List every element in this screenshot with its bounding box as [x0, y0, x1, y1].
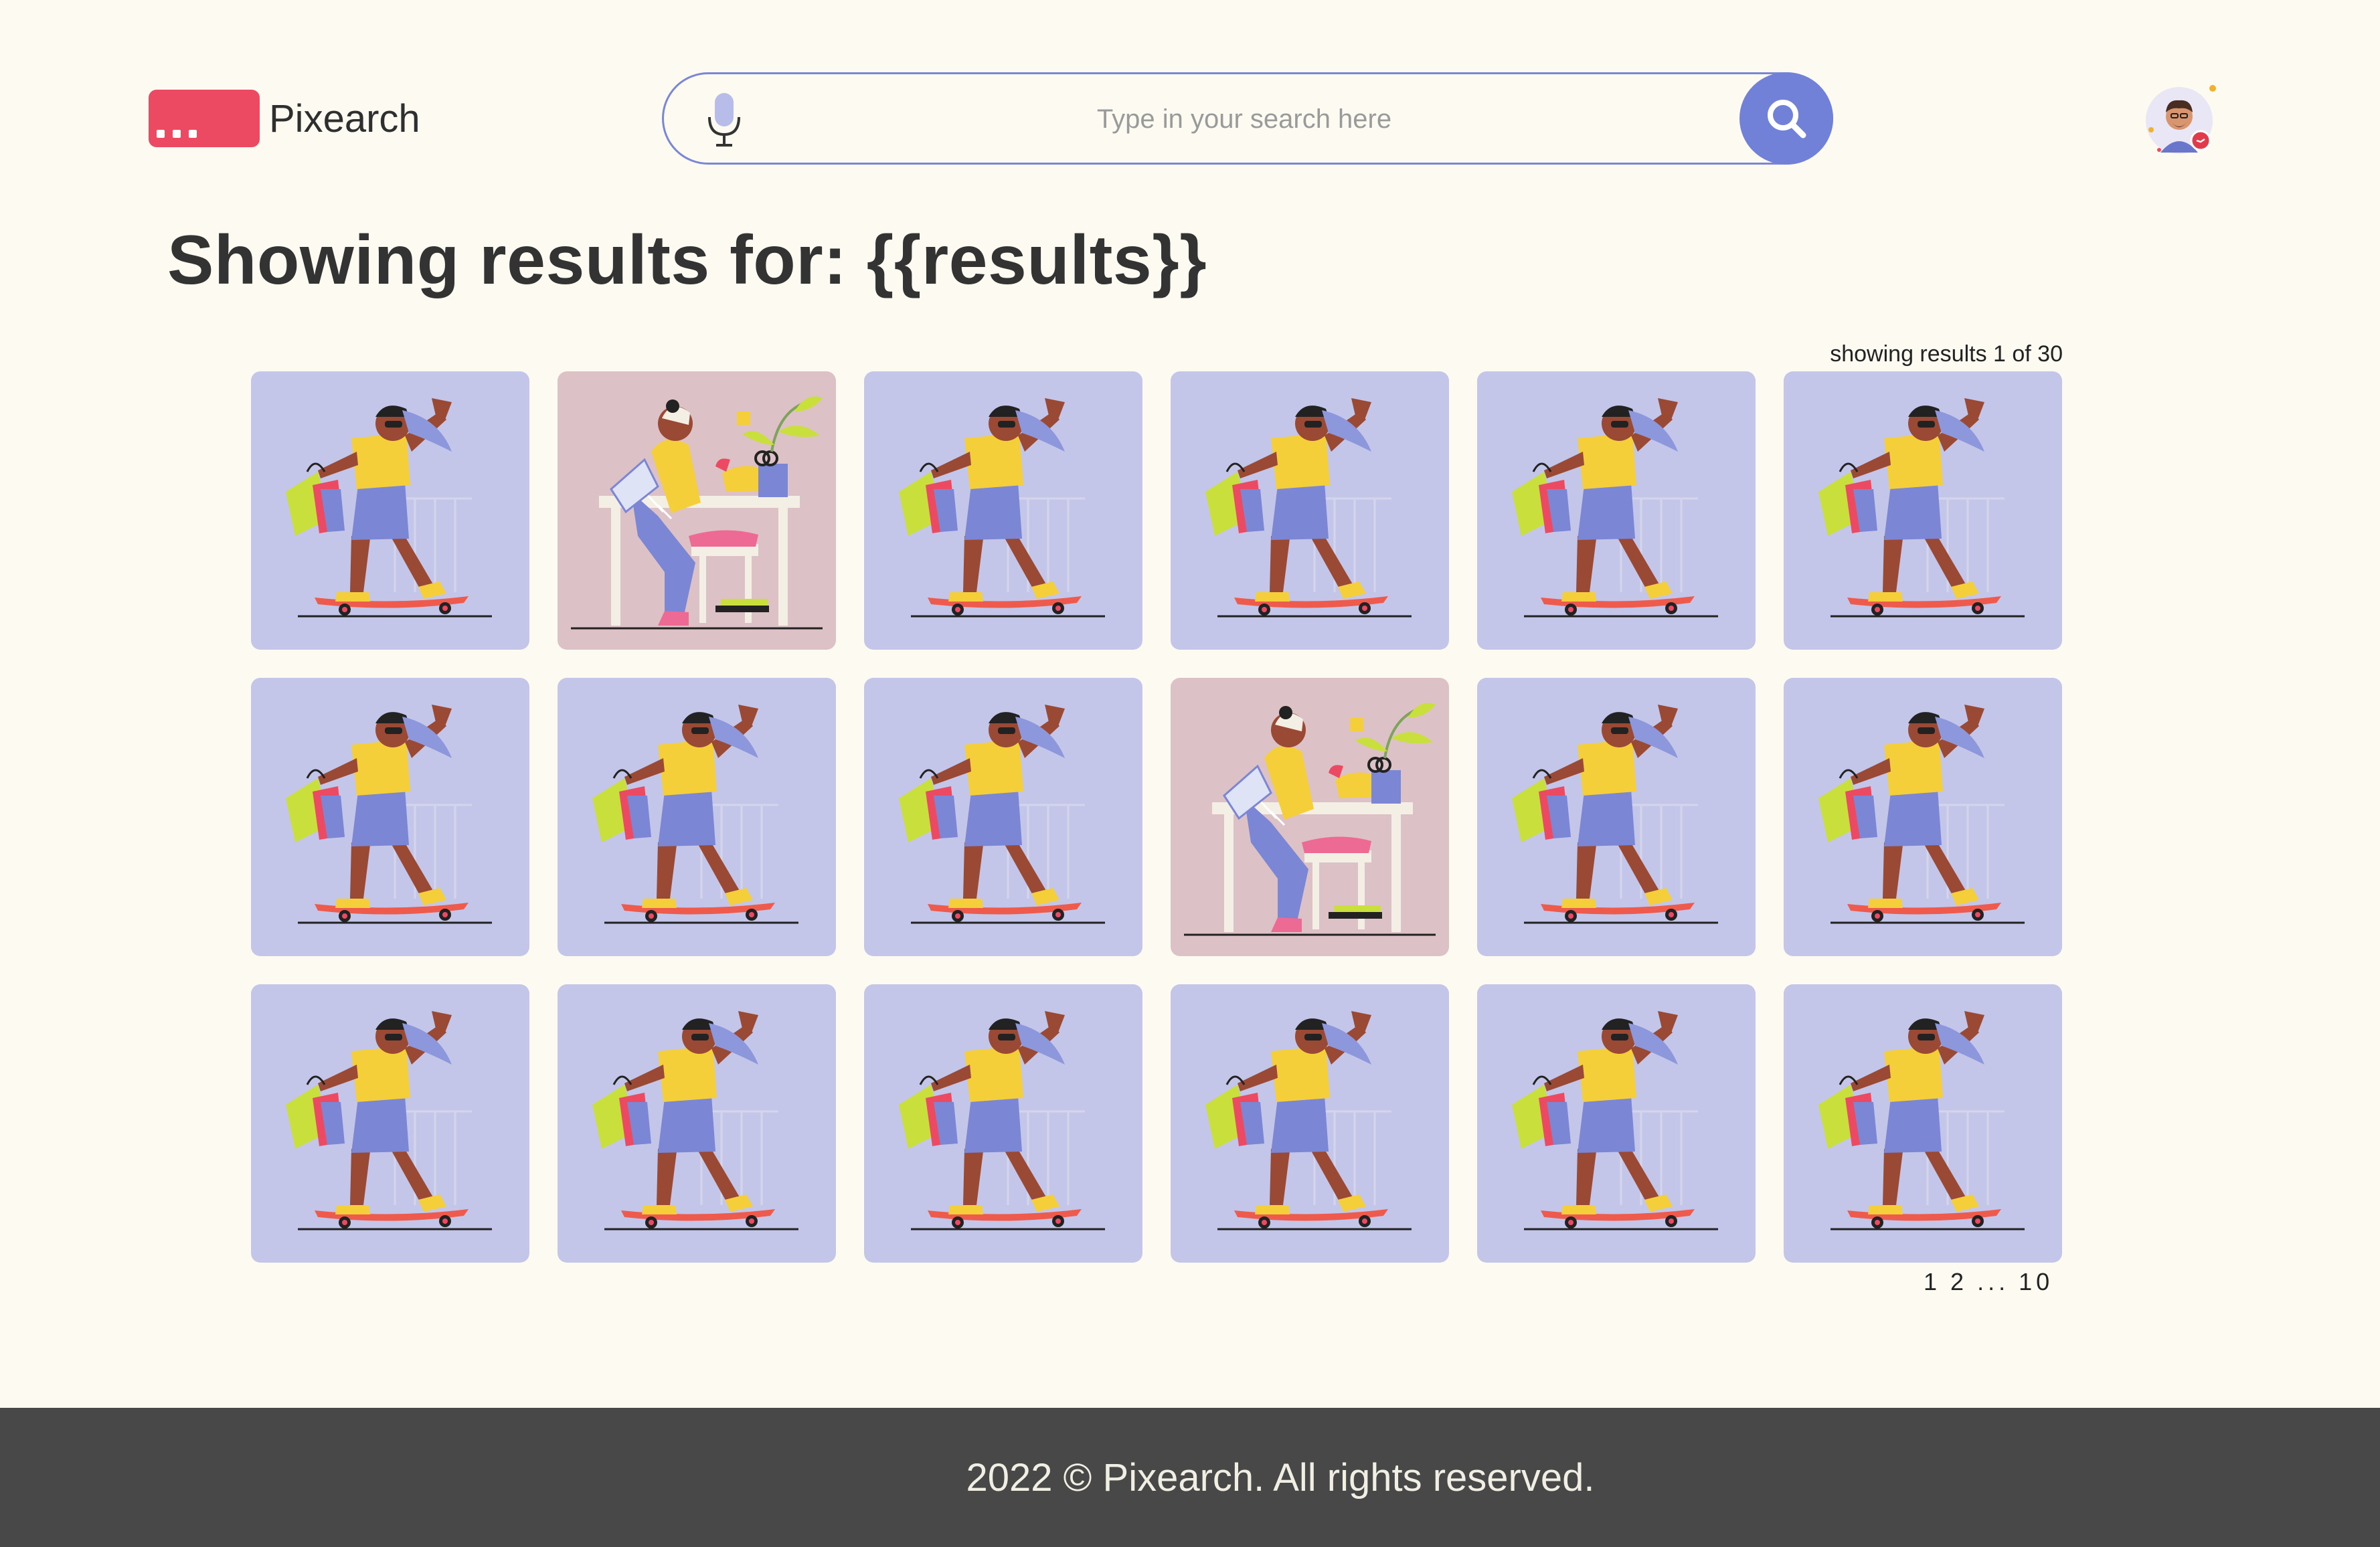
skateboarder-shopping-illustration	[864, 984, 1142, 1263]
result-image-tile[interactable]	[558, 984, 836, 1263]
skateboarder-shopping-illustration	[1477, 371, 1756, 650]
result-image-tile[interactable]	[864, 371, 1142, 650]
result-image-tile[interactable]	[251, 678, 529, 956]
search-bar	[662, 72, 1833, 165]
result-image-tile[interactable]	[251, 371, 529, 650]
pagination-ellipsis: ...	[1977, 1268, 2010, 1295]
skateboarder-shopping-illustration	[558, 678, 836, 956]
results-count: showing results 1 of 30	[1830, 341, 2063, 367]
result-image-tile[interactable]	[864, 678, 1142, 956]
woman-laptop-desk-illustration	[558, 371, 836, 650]
result-image-tile[interactable]	[558, 678, 836, 956]
search-input[interactable]	[771, 74, 1717, 164]
skateboarder-shopping-illustration	[558, 984, 836, 1263]
result-image-tile[interactable]	[1171, 678, 1449, 956]
result-image-tile[interactable]	[251, 984, 529, 1263]
search-button[interactable]	[1739, 72, 1833, 165]
result-image-tile[interactable]	[1477, 371, 1756, 650]
result-image-tile[interactable]	[1171, 371, 1449, 650]
result-image-tile[interactable]	[558, 371, 836, 650]
brand-name: Pixearch	[269, 96, 420, 141]
result-image-tile[interactable]	[864, 984, 1142, 1263]
result-image-tile[interactable]	[1784, 984, 2062, 1263]
pagination: 1 2... 10	[1914, 1268, 2049, 1296]
footer: 2022 © Pixearch. All rights reserved.	[0, 1408, 2380, 1547]
results-grid	[251, 371, 2062, 1263]
skateboarder-shopping-illustration	[1171, 984, 1449, 1263]
skateboarder-shopping-illustration	[1784, 984, 2062, 1263]
page-title: Showing results for: {{results}}	[167, 221, 1207, 299]
pagination-page[interactable]: 2	[1950, 1268, 1968, 1295]
result-image-tile[interactable]	[1784, 371, 2062, 650]
skateboarder-shopping-illustration	[251, 984, 529, 1263]
search-icon	[1768, 100, 1806, 139]
skateboarder-shopping-illustration	[251, 371, 529, 650]
brand-logo[interactable]: Pixearch	[149, 90, 420, 147]
skateboarder-shopping-illustration	[1784, 371, 2062, 650]
result-image-tile[interactable]	[1477, 678, 1756, 956]
pagination-page[interactable]: 10	[2019, 1268, 2053, 1295]
header: Pixearch	[0, 0, 2380, 201]
skateboarder-shopping-illustration	[1477, 678, 1756, 956]
footer-copyright: 2022 © Pixearch. All rights reserved.	[966, 1455, 1595, 1499]
result-image-tile[interactable]	[1477, 984, 1756, 1263]
skateboarder-shopping-illustration	[1171, 371, 1449, 650]
user-avatar-icon[interactable]	[2146, 83, 2219, 157]
pagination-page[interactable]: 1	[1924, 1268, 1941, 1295]
skateboarder-shopping-illustration	[864, 678, 1142, 956]
result-image-tile[interactable]	[1784, 678, 2062, 956]
skateboarder-shopping-illustration	[251, 678, 529, 956]
skateboarder-shopping-illustration	[1477, 984, 1756, 1263]
skateboarder-shopping-illustration	[864, 371, 1142, 650]
logo-icon	[149, 90, 260, 147]
skateboarder-shopping-illustration	[1784, 678, 2062, 956]
woman-laptop-desk-illustration	[1171, 678, 1449, 956]
result-image-tile[interactable]	[1171, 984, 1449, 1263]
microphone-icon[interactable]	[705, 92, 743, 148]
